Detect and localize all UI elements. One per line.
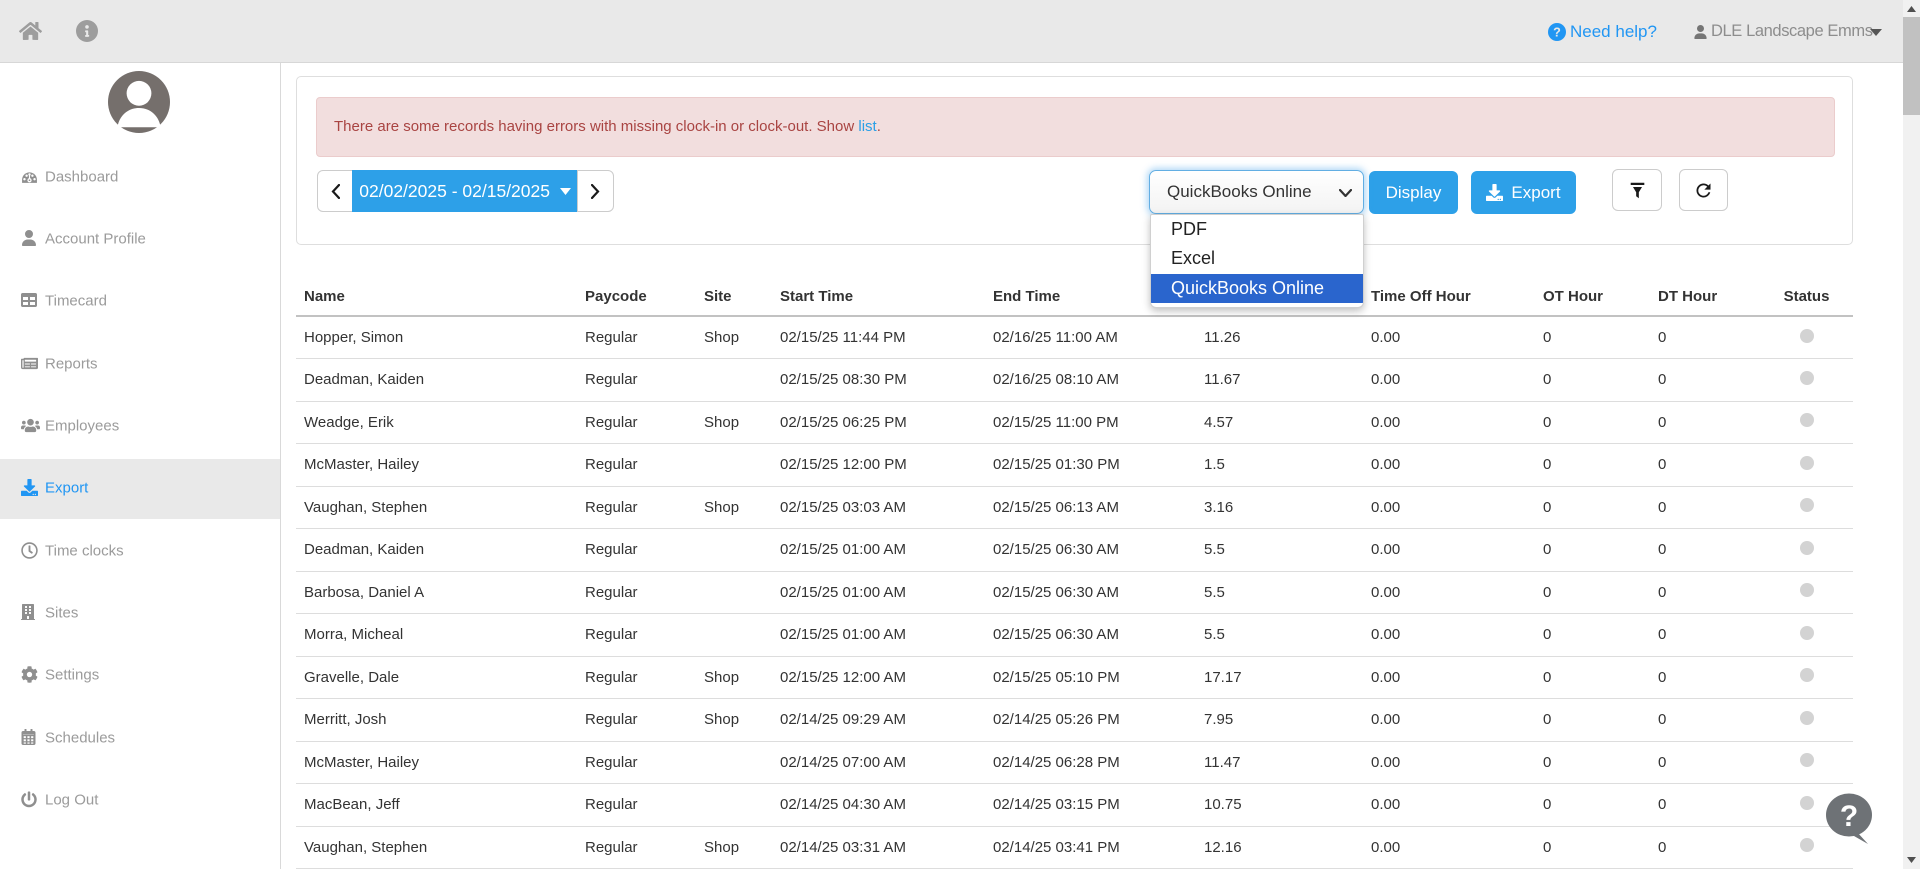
svg-text:?: ? bbox=[1840, 800, 1858, 833]
svg-text:?: ? bbox=[1553, 25, 1561, 39]
